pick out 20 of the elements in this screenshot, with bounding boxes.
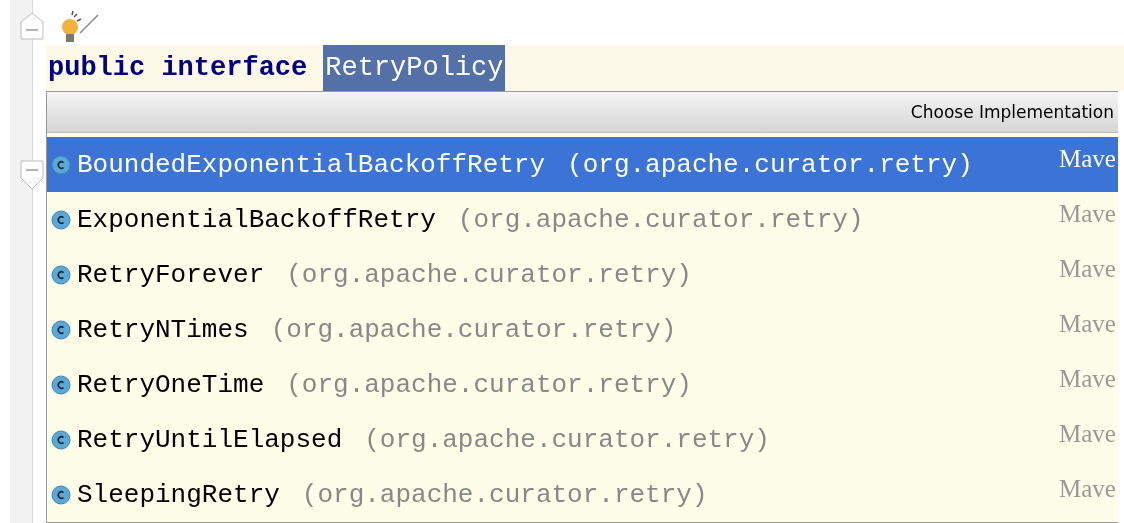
code-keyword: public interface — [47, 52, 308, 85]
implementation-item[interactable]: RetryForever (org.apache.curator.retry) Mave — [47, 247, 1118, 302]
class-icon — [51, 319, 71, 340]
fold-icon[interactable] — [20, 160, 44, 190]
class-icon — [51, 154, 71, 175]
lightbulb-icon[interactable] — [60, 11, 100, 45]
class-icon — [51, 374, 71, 395]
class-icon — [51, 429, 71, 450]
implementation-item[interactable]: SleepingRetry (org.apache.curator.retry) Mave — [47, 467, 1118, 522]
implementation-item[interactable]: RetryNTimes (org.apache.curator.retry) Mave — [47, 302, 1118, 357]
class-icon — [51, 484, 71, 505]
implementation-item[interactable]: BoundedExponentialBackoffRetry (org.apache.curator.retry) Mave — [47, 137, 1118, 192]
implementation-item[interactable]: ExponentialBackoffRetry (org.apache.curator.retry) Mave — [47, 192, 1118, 247]
class-icon — [51, 264, 71, 285]
implementation-item[interactable]: RetryOneTime (org.apache.curator.retry) Mave — [47, 357, 1118, 412]
implementation-item[interactable]: RetryUntilElapsed (org.apache.curator.retry) Mave — [47, 412, 1118, 467]
popup-title: Choose Implementation — [910, 102, 1115, 122]
fold-icon[interactable] — [20, 12, 44, 40]
code-identifier: RetryPolicy — [323, 45, 506, 91]
class-icon — [51, 209, 71, 230]
